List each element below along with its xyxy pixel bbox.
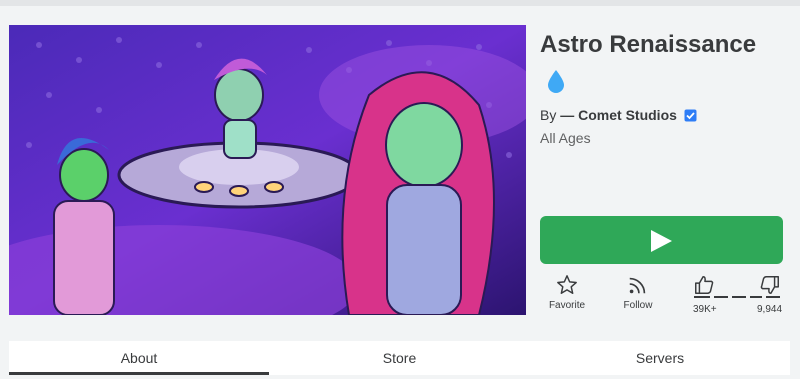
thumbnail-artwork bbox=[9, 25, 526, 315]
tab-store[interactable]: Store bbox=[269, 341, 530, 375]
game-thumbnail[interactable] bbox=[9, 25, 526, 315]
thumbs-up-icon bbox=[674, 274, 734, 298]
follow-label: Follow bbox=[623, 300, 653, 311]
dislike-count: 9,944 bbox=[757, 304, 783, 315]
vote-ratio-bar bbox=[694, 296, 780, 298]
favorite-label: Favorite bbox=[548, 300, 586, 311]
play-icon bbox=[651, 230, 672, 252]
favorite-button[interactable]: Favorite bbox=[537, 274, 597, 311]
verified-badge-icon bbox=[684, 109, 697, 125]
tab-about[interactable]: About bbox=[9, 341, 269, 375]
age-rating: All Ages bbox=[540, 130, 591, 146]
like-count: 39K+ bbox=[693, 304, 717, 315]
water-drop-icon bbox=[547, 69, 565, 98]
rss-icon bbox=[608, 274, 668, 298]
creator-prefix: By bbox=[540, 107, 557, 123]
thumbs-down-icon bbox=[740, 274, 800, 298]
star-icon bbox=[537, 274, 597, 298]
creator-line: By — Comet Studios bbox=[540, 107, 697, 125]
follow-button[interactable]: Follow bbox=[608, 274, 668, 311]
dislike-button[interactable] bbox=[740, 274, 800, 298]
game-title: Astro Renaissance bbox=[540, 31, 757, 58]
tab-bar: About Store Servers bbox=[9, 341, 790, 375]
game-info: Astro Renaissance bbox=[540, 30, 790, 60]
like-button[interactable] bbox=[674, 274, 734, 298]
creator-link[interactable]: — Comet Studios bbox=[560, 107, 677, 123]
play-button[interactable] bbox=[540, 216, 783, 264]
top-bar bbox=[0, 0, 800, 6]
tab-servers[interactable]: Servers bbox=[530, 341, 790, 375]
